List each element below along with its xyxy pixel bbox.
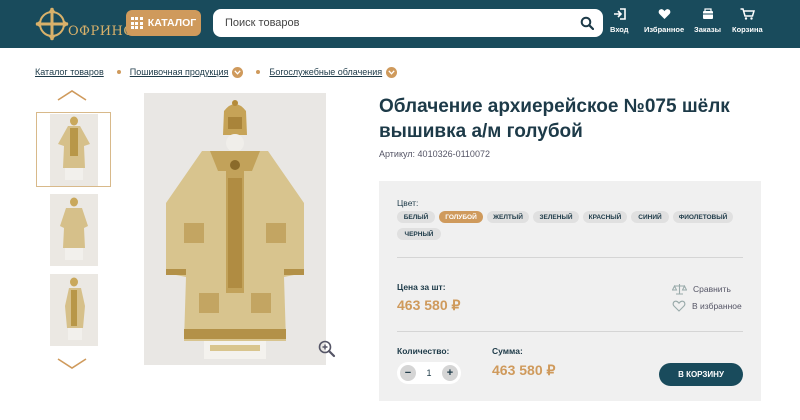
logo[interactable]: ОФРИНО (34, 4, 134, 44)
logo-text: ОФРИНО (68, 23, 135, 39)
orders-button[interactable]: Заказы (694, 8, 721, 34)
quantity-decrease-button[interactable]: − (400, 365, 416, 381)
cart-button-header[interactable]: Корзина (732, 8, 763, 34)
favorites-button[interactable]: Избранное (644, 8, 684, 34)
breadcrumb-vestments[interactable]: Богослужебные облачения (269, 67, 382, 77)
search-icon[interactable] (580, 16, 594, 30)
color-option-light-blue[interactable]: ГОЛУБОЙ (439, 211, 483, 223)
chevron-down-icon[interactable] (232, 66, 244, 78)
zoom-icon[interactable] (318, 340, 336, 358)
color-option-red[interactable]: КРАСНЫЙ (583, 211, 627, 223)
thumbnails-down-arrow-icon[interactable] (57, 358, 87, 370)
login-label: Вход (610, 25, 629, 34)
thumbnail-2[interactable] (36, 192, 111, 267)
site-header: ОФРИНО КАТАЛОГ Вход Избранное (0, 0, 800, 48)
thumbnail-1[interactable] (36, 112, 111, 187)
search-box (213, 9, 603, 37)
purchase-panel: Цвет: БЕЛЫЙ ГОЛУБОЙ ЖЕЛТЫЙ ЗЕЛЕНЫЙ КРАСН… (379, 181, 761, 401)
compare-button[interactable]: Сравнить (672, 283, 731, 295)
color-option-blue[interactable]: СИНИЙ (631, 211, 669, 223)
add-to-cart-button[interactable]: В КОРЗИНУ (659, 363, 743, 386)
orders-label: Заказы (694, 25, 722, 34)
color-option-black[interactable]: ЧЕРНЫЙ (397, 228, 441, 240)
color-option-violet[interactable]: ФИОЛЕТОВЫЙ (673, 211, 733, 223)
chevron-down-icon[interactable] (386, 66, 398, 78)
breadcrumb-separator (116, 70, 121, 74)
divider (397, 331, 743, 332)
product-title: Облачение архиерейское №075 шёлк вышивка… (379, 96, 730, 142)
login-icon (613, 8, 626, 20)
sum-label: Сумма: (492, 346, 523, 356)
color-option-white[interactable]: БЕЛЫЙ (397, 211, 435, 223)
breadcrumb-catalog[interactable]: Каталог товаров (35, 67, 104, 77)
compare-label: Сравнить (693, 284, 731, 294)
quantity-input[interactable] (419, 365, 439, 381)
breadcrumb: Каталог товаров Пошивочная продукция Бог… (35, 66, 398, 78)
thumbnail-image (49, 193, 98, 266)
header-actions: Вход Избранное Заказы Корзина (606, 8, 800, 42)
price-value: 463 580 ₽ (397, 297, 461, 313)
quantity-label: Количество: (397, 346, 450, 356)
quantity-stepper: − + (397, 362, 461, 384)
product-image[interactable] (144, 93, 326, 365)
sum-value: 463 580 ₽ (492, 362, 556, 378)
orders-icon (702, 8, 713, 19)
cart-label: Корзина (732, 25, 763, 34)
thumbnails-up-arrow-icon[interactable] (57, 89, 87, 101)
thumbnail-image (49, 273, 98, 346)
add-to-favorites-button[interactable]: В избранное (672, 300, 742, 312)
favorite-label: В избранное (692, 301, 742, 311)
product-sku: Артикул: 4010326-0110072 (379, 149, 490, 159)
cart-icon (740, 8, 755, 20)
favorites-label: Избранное (644, 25, 685, 34)
thumbnail-image (49, 113, 98, 186)
scales-icon (672, 284, 687, 295)
grid-icon (130, 17, 143, 29)
breadcrumb-separator (256, 70, 261, 74)
color-option-green[interactable]: ЗЕЛЕНЫЙ (533, 211, 579, 223)
catalog-button[interactable]: КАТАЛОГ (126, 10, 201, 36)
quantity-increase-button[interactable]: + (442, 365, 458, 381)
heart-outline-icon (672, 300, 686, 312)
logo-cross-icon (35, 7, 69, 41)
color-option-yellow[interactable]: ЖЕЛТЫЙ (487, 211, 529, 223)
catalog-label: КАТАЛОГ (147, 17, 197, 29)
heart-icon (658, 9, 670, 19)
search-input[interactable] (225, 9, 565, 37)
divider (397, 257, 743, 258)
thumbnail-3[interactable] (36, 272, 111, 347)
login-button[interactable]: Вход (610, 8, 629, 34)
color-label: Цвет: (397, 198, 419, 208)
breadcrumb-sewing[interactable]: Пошивочная продукция (130, 67, 229, 77)
price-label: Цена за шт: (397, 282, 446, 292)
